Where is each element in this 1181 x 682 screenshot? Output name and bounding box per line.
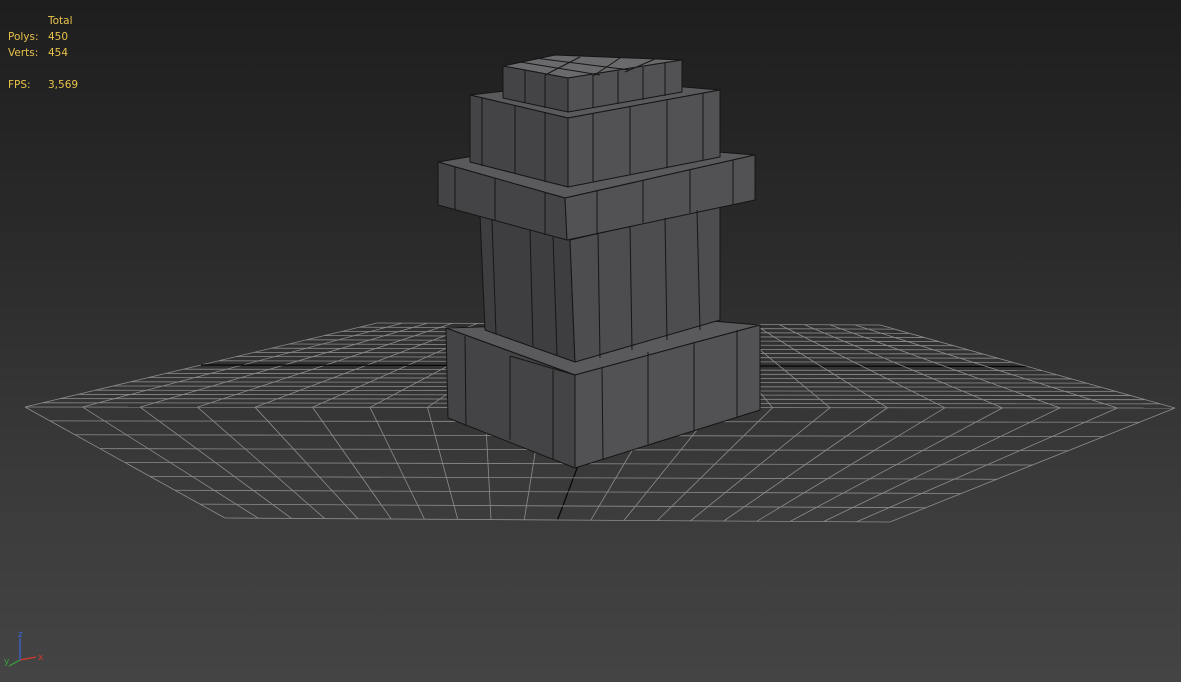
verts-row: Verts: 454 bbox=[8, 45, 78, 61]
verts-value: 454 bbox=[48, 47, 69, 59]
x-axis-line bbox=[19, 656, 37, 661]
scene-canvas[interactable]: x y z bbox=[0, 0, 1181, 682]
polys-value: 450 bbox=[48, 31, 69, 43]
y-axis-label: y bbox=[4, 657, 10, 667]
y-axis-line bbox=[8, 659, 21, 667]
x-axis-label: x bbox=[38, 653, 44, 663]
fps-value: 3,569 bbox=[48, 79, 79, 91]
verts-label: Verts: bbox=[8, 47, 39, 59]
statistics-overlay: Total Polys: 450 Verts: 454 FPS: 3,569 bbox=[8, 13, 78, 93]
z-axis-label: z bbox=[18, 630, 23, 640]
pedestal-object[interactable] bbox=[437, 54, 761, 469]
fps-label: FPS: bbox=[8, 79, 31, 91]
stats-header-row: Total bbox=[8, 13, 78, 29]
fps-row: FPS: 3,569 bbox=[8, 77, 78, 93]
perspective-viewport[interactable]: x y z Total Polys: 450 Verts: 454 FPS: 3,5… bbox=[0, 0, 1181, 682]
axis-gizmo: x y z bbox=[4, 630, 44, 667]
polys-label: Polys: bbox=[8, 31, 39, 43]
polys-row: Polys: 450 bbox=[8, 29, 78, 45]
stats-header: Total bbox=[48, 15, 73, 27]
